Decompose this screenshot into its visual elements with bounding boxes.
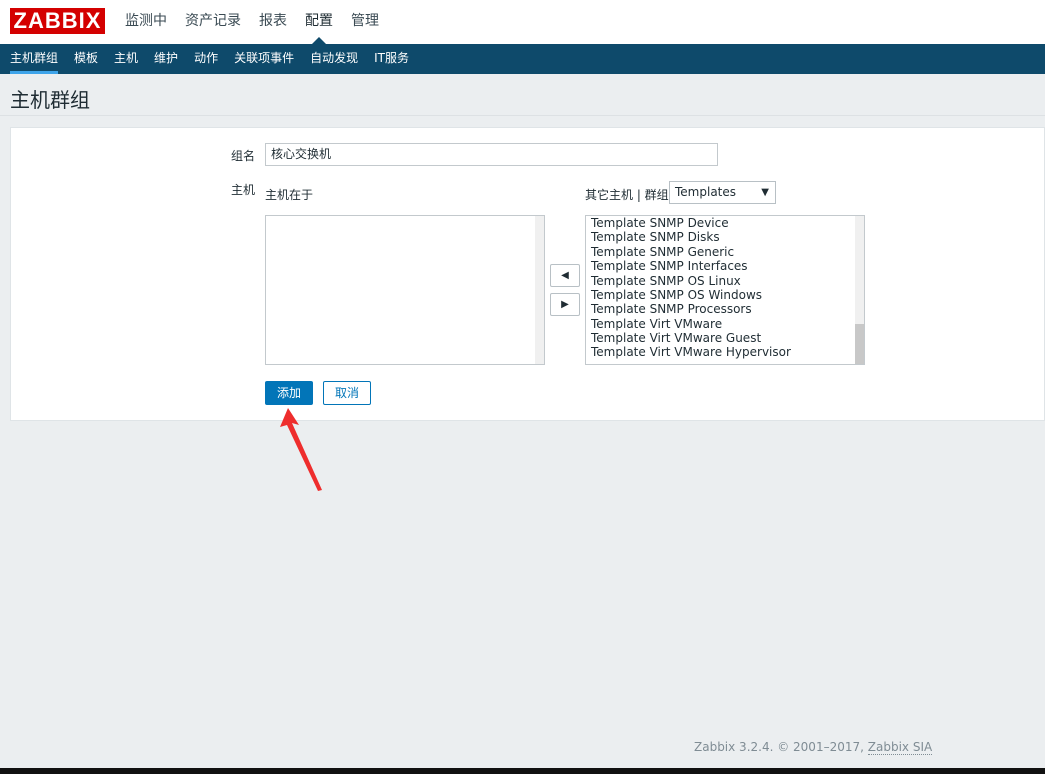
other-hosts-scrollbar[interactable] (855, 216, 864, 364)
list-item[interactable]: Template SNMP OS Linux (591, 274, 741, 288)
page-title: 主机群组 (10, 88, 90, 112)
move-right-button[interactable]: ▶ (550, 293, 580, 316)
main-menu: 监测中 资产记录 报表 配置 管理 (116, 0, 388, 44)
submenu-discovery[interactable]: 自动发现 (302, 44, 366, 74)
submenu-actions[interactable]: 动作 (186, 44, 226, 74)
menu-monitoring[interactable]: 监测中 (116, 0, 176, 44)
submenu-host-groups[interactable]: 主机群组 (2, 44, 66, 74)
top-header: ZABBIX 监测中 资产记录 报表 配置 管理 (0, 0, 1045, 44)
footer-link[interactable]: Zabbix SIA (867, 740, 933, 755)
other-hosts-listbox[interactable]: Template SNMP Device Template SNMP Disks… (585, 215, 865, 365)
submenu-it-services[interactable]: IT服务 (366, 44, 417, 74)
submenu-hosts[interactable]: 主机 (106, 44, 146, 74)
footer-text: Zabbix 3.2.4. © 2001–2017, (694, 740, 864, 754)
menu-administration[interactable]: 管理 (342, 0, 388, 44)
list-item[interactable]: Template SNMP OS Windows (591, 288, 762, 302)
submenu-event-correlation[interactable]: 关联项事件 (226, 44, 302, 74)
group-name-input[interactable]: 核心交换机 (265, 143, 718, 166)
menu-reports[interactable]: 报表 (250, 0, 296, 44)
other-hosts-label: 其它主机 | 群组 (585, 188, 669, 202)
list-item[interactable]: Template SNMP Interfaces (591, 259, 748, 273)
menu-inventory[interactable]: 资产记录 (176, 0, 250, 44)
in-hosts-label: 主机在于 (265, 188, 314, 202)
scrollbar-thumb[interactable] (855, 324, 864, 364)
title-divider (0, 115, 1045, 116)
list-item[interactable]: Template SNMP Generic (591, 245, 734, 259)
list-item[interactable]: Template SNMP Processors (591, 302, 752, 316)
dropdown-caret-icon: ▼ (761, 187, 769, 198)
submenu-maintenance[interactable]: 维护 (146, 44, 186, 74)
footer: Zabbix 3.2.4. © 2001–2017, Zabbix SIA (694, 740, 933, 755)
in-hosts-scrollbar[interactable] (535, 216, 544, 364)
sub-menu: 主机群组 模板 主机 维护 动作 关联项事件 自动发现 IT服务 (0, 44, 1045, 74)
move-left-button[interactable]: ◀ (550, 264, 580, 287)
zabbix-logo[interactable]: ZABBIX (10, 8, 105, 34)
group-name-label: 组名 (231, 149, 256, 163)
bottom-bar (0, 768, 1045, 774)
menu-configuration[interactable]: 配置 (296, 0, 342, 44)
list-item[interactable]: Template Virt VMware Hypervisor (591, 345, 791, 359)
list-item[interactable]: Template SNMP Device (591, 216, 729, 230)
in-hosts-listbox[interactable] (265, 215, 545, 365)
annotation-arrow-icon (280, 408, 322, 491)
cancel-button[interactable]: 取消 (323, 381, 371, 405)
hosts-label: 主机 (231, 183, 256, 197)
group-select-value: Templates (675, 185, 737, 199)
list-item[interactable]: Template Virt VMware (591, 317, 722, 331)
add-button[interactable]: 添加 (265, 381, 313, 405)
group-select[interactable]: Templates ▼ (669, 181, 776, 204)
list-item[interactable]: Template SNMP Disks (591, 230, 720, 244)
submenu-templates[interactable]: 模板 (66, 44, 106, 74)
list-item[interactable]: Template Virt VMware Guest (591, 331, 761, 345)
